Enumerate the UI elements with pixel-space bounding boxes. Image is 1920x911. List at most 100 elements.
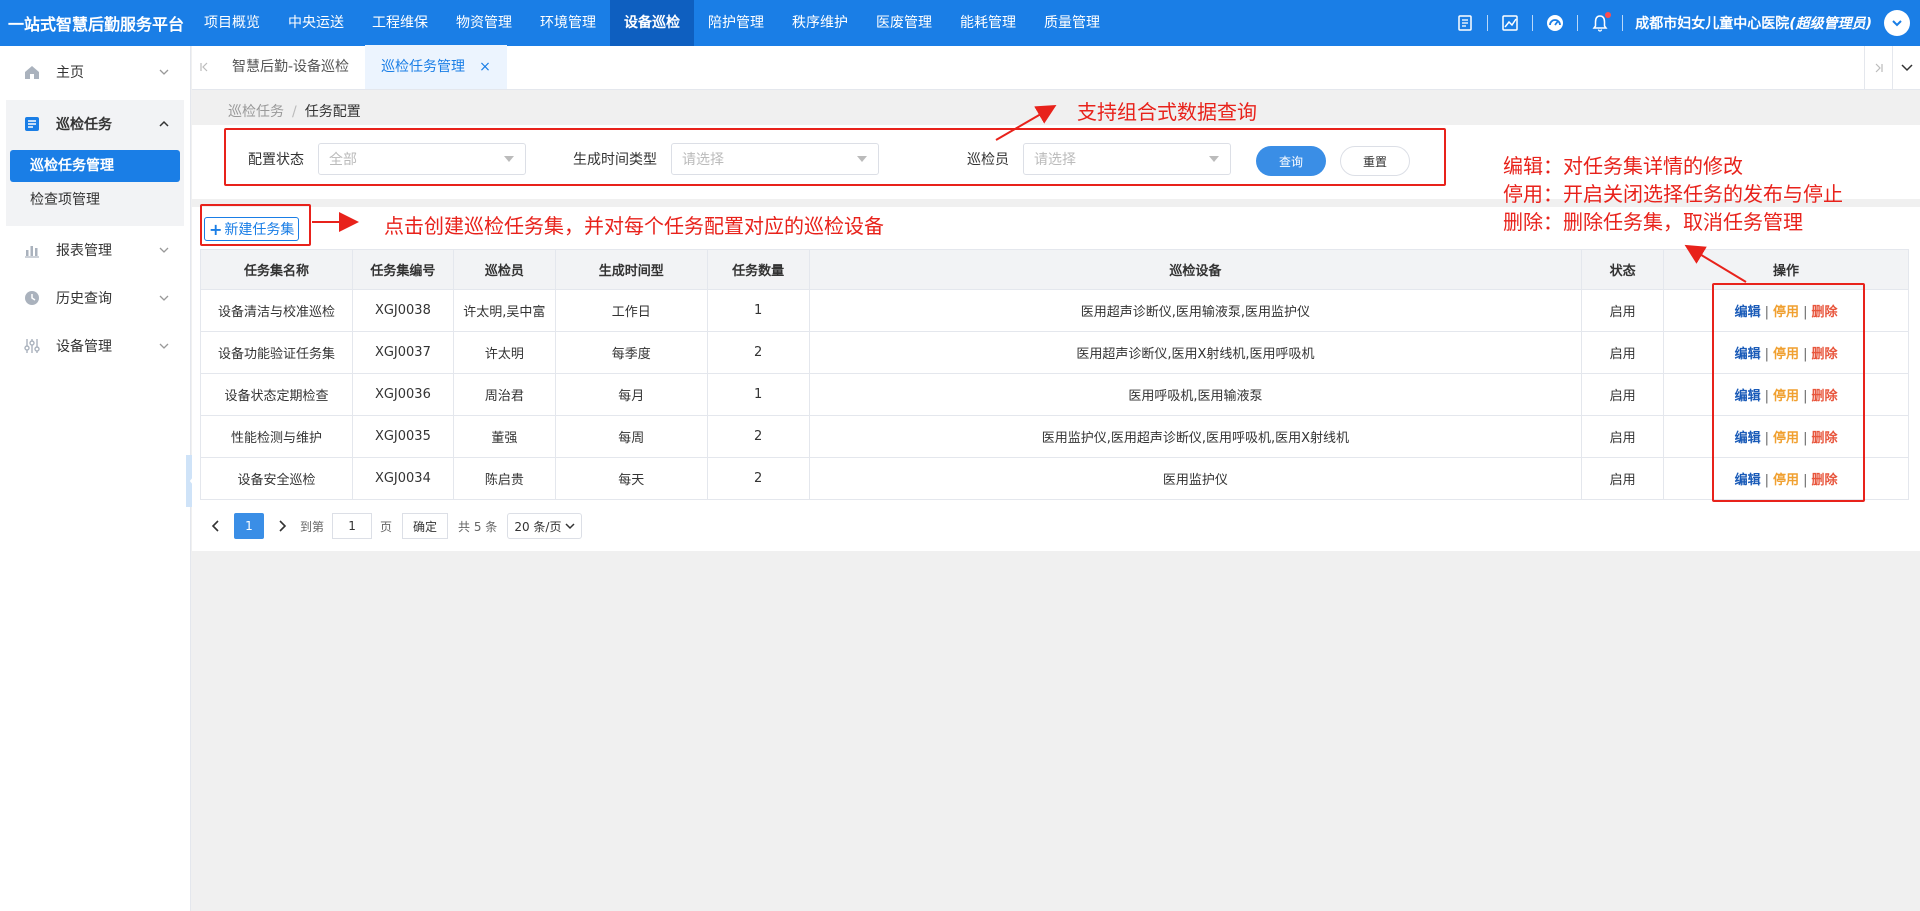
edit-link[interactable]: 编辑: [1735, 431, 1761, 446]
next-page-icon[interactable]: [270, 513, 294, 539]
tab-scroll-right-icon[interactable]: [1864, 46, 1892, 90]
home-icon: [22, 62, 42, 82]
sidebar-subitem-check-items[interactable]: 检查项管理: [10, 184, 180, 216]
action-separator: |: [1764, 347, 1770, 362]
delete-link[interactable]: 删除: [1811, 389, 1837, 404]
table-row: 设备安全巡检 XGJ0034 陈启贵 每天 2 医用监护仪 启用 编辑 | 停用 | 删…: [200, 457, 1909, 500]
action-separator: |: [1764, 473, 1770, 488]
column-header: 任务集编号: [351, 249, 454, 290]
nav-item-energy[interactable]: 能耗管理: [946, 0, 1030, 46]
cell-inspector: 许太明,吴中富: [452, 289, 556, 332]
nav-item-medical-waste[interactable]: 医废管理: [862, 0, 946, 46]
tabs-bar: 智慧后勤-设备巡检 巡检任务管理 ×: [192, 45, 1920, 90]
disable-link[interactable]: 停用: [1773, 473, 1799, 488]
divider: [1487, 15, 1489, 31]
cell-time-type: 每季度: [554, 331, 708, 374]
sidebar-item-history[interactable]: 历史查询: [6, 274, 184, 322]
sidebar-subitem-task-management[interactable]: 巡检任务管理: [10, 150, 180, 182]
delete-link[interactable]: 删除: [1811, 347, 1837, 362]
nav-item-engineering[interactable]: 工程维保: [358, 0, 442, 46]
nav-item-order[interactable]: 秩序维护: [778, 0, 862, 46]
edit-link[interactable]: 编辑: [1735, 389, 1761, 404]
cell-name: 性能检测与维护: [200, 415, 353, 458]
tab-scroll-left-icon[interactable]: [192, 45, 216, 89]
nav-item-equipment-inspection[interactable]: 设备巡检: [610, 0, 694, 46]
cell-code: XGJ0035: [351, 415, 454, 458]
prev-page-icon[interactable]: [204, 513, 228, 539]
task-icon: [22, 114, 42, 134]
action-separator: |: [1803, 473, 1808, 488]
breadcrumb-separator: /: [292, 104, 297, 120]
total-count: 共 5 条: [458, 519, 498, 534]
sidebar-item-label: 历史查询: [56, 291, 112, 307]
page-size-select[interactable]: 20 条/页: [507, 513, 583, 539]
status-select[interactable]: 全部: [318, 143, 526, 175]
nav-item-project-overview[interactable]: 项目概览: [190, 0, 274, 46]
nav-item-escort[interactable]: 陪护管理: [694, 0, 778, 46]
user-info[interactable]: 成都市妇女儿童中心医院(超级管理员): [1635, 13, 1872, 33]
nav-item-quality[interactable]: 质量管理: [1030, 0, 1114, 46]
query-button[interactable]: 查询: [1256, 146, 1326, 176]
sidebar-item-equipment[interactable]: 设备管理: [6, 322, 184, 370]
table-header-row: 任务集名称 任务集编号 巡检员 生成时间型 任务数量 巡检设备 状态 操作: [200, 249, 1909, 290]
action-separator: |: [1803, 305, 1808, 320]
breadcrumb-parent[interactable]: 巡检任务: [228, 104, 284, 120]
cell-time-type: 工作日: [554, 289, 708, 332]
page-size-value: 20 条/页: [514, 519, 562, 534]
delete-link[interactable]: 删除: [1811, 473, 1837, 488]
chevron-down-icon[interactable]: [1892, 46, 1920, 90]
task-set-table: 任务集名称 任务集编号 巡检员 生成时间型 任务数量 巡检设备 状态 操作 设备…: [200, 249, 1909, 500]
disable-link[interactable]: 停用: [1773, 305, 1799, 320]
sidebar-item-label: 主页: [56, 65, 84, 81]
time-type-select[interactable]: 请选择: [671, 143, 879, 175]
annotation-create-note: 点击创建巡检任务集，并对每个任务配置对应的巡检设备: [384, 214, 884, 238]
delete-link[interactable]: 删除: [1811, 305, 1837, 320]
goto-page-input[interactable]: [332, 513, 373, 539]
bell-icon[interactable]: [1590, 12, 1612, 33]
cell-devices: 医用超声诊断仪,医用X射线机,医用呼吸机: [808, 331, 1583, 374]
cell-status: 启用: [1581, 331, 1665, 374]
cell-status: 启用: [1581, 415, 1665, 458]
edit-link[interactable]: 编辑: [1735, 305, 1761, 320]
disable-link[interactable]: 停用: [1773, 389, 1799, 404]
status-filter: 配置状态 全部: [248, 143, 526, 175]
cell-time-type: 每周: [554, 415, 708, 458]
delete-link[interactable]: 删除: [1811, 431, 1837, 446]
new-task-set-button[interactable]: + 新建任务集: [204, 217, 300, 241]
chart-icon[interactable]: [1500, 13, 1520, 33]
column-header: 生成时间型: [554, 249, 708, 290]
page-number-current[interactable]: 1: [234, 513, 264, 539]
chevron-down-icon: [158, 244, 170, 260]
nav-item-materials[interactable]: 物资管理: [442, 0, 526, 46]
disable-link[interactable]: 停用: [1773, 347, 1799, 362]
reset-button[interactable]: 重置: [1340, 146, 1410, 176]
close-icon[interactable]: ×: [479, 59, 491, 75]
column-header: 巡检设备: [808, 249, 1583, 290]
sidebar-item-reports[interactable]: 报表管理: [6, 226, 184, 274]
top-navbar: 一站式智慧后勤服务平台 项目概览 中央运送 工程维保 物资管理 环境管理 设备巡…: [0, 0, 1920, 46]
chevron-down-icon[interactable]: [1884, 10, 1910, 36]
sidebar-item-home[interactable]: 主页: [6, 48, 184, 96]
table-row: 设备状态定期检查 XGJ0036 周治君 每月 1 医用呼吸机,医用输液泵 启用…: [200, 373, 1909, 416]
table-row: 设备功能验证任务集 XGJ0037 许太明 每季度 2 医用超声诊断仪,医用X射…: [200, 331, 1909, 374]
disable-link[interactable]: 停用: [1773, 431, 1799, 446]
edit-link[interactable]: 编辑: [1735, 347, 1761, 362]
cell-count: 1: [706, 373, 810, 416]
edit-link[interactable]: 编辑: [1735, 473, 1761, 488]
chevron-down-icon: [158, 66, 170, 82]
nav-item-central-transport[interactable]: 中央运送: [274, 0, 358, 46]
tab-label: 巡检任务管理: [381, 59, 466, 75]
column-header: 状态: [1581, 249, 1665, 290]
cell-count: 2: [706, 457, 810, 500]
document-icon[interactable]: [1455, 13, 1475, 33]
sidebar-item-inspection-task[interactable]: 巡检任务: [6, 100, 184, 148]
tab-task-management[interactable]: 巡检任务管理 ×: [365, 45, 507, 89]
dashboard-icon[interactable]: [1545, 13, 1565, 33]
cell-count: 1: [706, 289, 810, 332]
cell-devices: 医用呼吸机,医用输液泵: [808, 373, 1583, 416]
goto-confirm-button[interactable]: 确定: [402, 513, 449, 539]
inspector-select[interactable]: 请选择: [1023, 143, 1231, 175]
cell-code: XGJ0036: [351, 373, 454, 416]
nav-item-environment[interactable]: 环境管理: [526, 0, 610, 46]
tab-smart-logistics-inspection[interactable]: 智慧后勤-设备巡检: [216, 45, 365, 89]
